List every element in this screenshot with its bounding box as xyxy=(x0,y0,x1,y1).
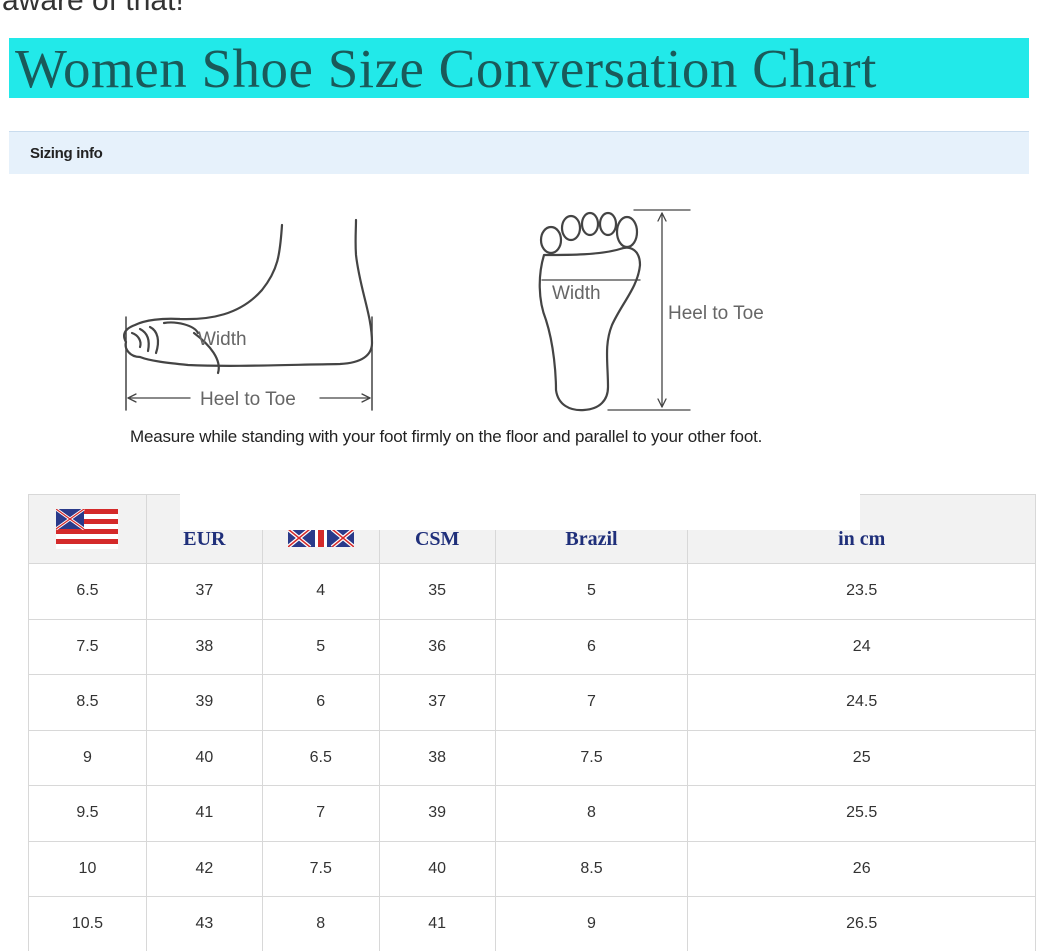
table-cell: 25 xyxy=(687,729,1036,786)
table-row: 10 42 7.5 40 8.5 26 xyxy=(28,840,1036,897)
table-row: 9 40 6.5 38 7.5 25 xyxy=(28,729,1036,786)
page-title: Women Shoe Size Conversation Chart xyxy=(15,37,877,99)
side-width-label: Width xyxy=(198,329,247,350)
table-cell: 38 xyxy=(378,729,496,786)
table-cell: 9.5 xyxy=(28,785,147,842)
table-cell: 43 xyxy=(145,896,263,951)
table-cell: 5 xyxy=(494,563,689,620)
table-cell: 42 xyxy=(145,840,263,897)
table-cell: 8 xyxy=(261,896,380,951)
table-cell: 26 xyxy=(687,840,1036,897)
size-conversion-table: EUR CSM Brazil in cm 6.5 37 4 35 5 23.5 7.5 38 5… xyxy=(28,494,1036,951)
table-cell: 8.5 xyxy=(494,840,689,897)
table-cell: 38 xyxy=(145,618,263,675)
table-cell: 24 xyxy=(687,618,1036,675)
header-overlay xyxy=(180,493,860,530)
table-cell: 9 xyxy=(494,896,689,951)
table-cell: 25.5 xyxy=(687,785,1036,842)
table-row: 8.5 39 6 37 7 24.5 xyxy=(28,674,1036,731)
table-row: 6.5 37 4 35 5 23.5 xyxy=(28,563,1036,620)
side-foot-icon xyxy=(123,218,374,375)
side-length-label: Heel to Toe xyxy=(200,389,296,410)
table-cell: 9 xyxy=(28,729,147,786)
table-cell: 7.5 xyxy=(494,729,689,786)
table-cell: 23.5 xyxy=(687,563,1036,620)
section-label: Sizing info xyxy=(30,144,103,162)
table-cell: 7 xyxy=(494,674,689,731)
table-cell: 40 xyxy=(145,729,263,786)
table-cell: 6 xyxy=(261,674,380,731)
table-cell: 40 xyxy=(378,840,496,897)
measure-instruction: Measure while standing with your foot fi… xyxy=(130,427,763,446)
uk-flag-icon xyxy=(286,527,356,549)
foot-measurement-diagram: Width Heel to Toe Width Heel to Toe xyxy=(123,209,764,412)
us-flag-icon xyxy=(56,509,119,549)
table-cell: 37 xyxy=(145,563,263,620)
table-cell: 10 xyxy=(28,840,147,897)
table-cell: 26.5 xyxy=(687,896,1036,951)
table-cell: 37 xyxy=(378,674,496,731)
table-cell: 8 xyxy=(494,785,689,842)
table-cell: 5 xyxy=(261,618,380,675)
sole-foot-icon xyxy=(538,211,642,412)
table-cell: 41 xyxy=(145,785,263,842)
sole-width-label: Width xyxy=(552,283,601,304)
table-row: 9.5 41 7 39 8 25.5 xyxy=(28,785,1036,842)
table-cell: 6 xyxy=(494,618,689,675)
header-text-fragment: aware of that! xyxy=(2,0,184,17)
column-header-us xyxy=(28,494,147,564)
section-header-bar: Sizing info xyxy=(9,131,1029,174)
table-cell: 36 xyxy=(378,618,496,675)
table-cell: 7.5 xyxy=(261,840,380,897)
table-cell: 10.5 xyxy=(28,896,147,951)
table-cell: 6.5 xyxy=(261,729,380,786)
table-row: 10.5 43 8 41 9 26.5 xyxy=(28,896,1036,951)
table-cell: 24.5 xyxy=(687,674,1036,731)
table-cell: 4 xyxy=(261,563,380,620)
table-cell: 7 xyxy=(261,785,380,842)
title-banner: Women Shoe Size Conversation Chart xyxy=(9,37,1029,99)
sole-length-label: Heel to Toe xyxy=(668,303,764,324)
table-cell: 7.5 xyxy=(28,618,147,675)
table-cell: 6.5 xyxy=(28,563,147,620)
table-cell: 39 xyxy=(378,785,496,842)
table-cell: 41 xyxy=(378,896,496,951)
table-cell: 35 xyxy=(378,563,496,620)
table-row: 7.5 38 5 36 6 24 xyxy=(28,618,1036,675)
table-cell: 8.5 xyxy=(28,674,147,731)
table-cell: 39 xyxy=(145,674,263,731)
size-table-container: EUR CSM Brazil in cm 6.5 37 4 35 5 23.5 7.5 38 5… xyxy=(28,494,1036,951)
